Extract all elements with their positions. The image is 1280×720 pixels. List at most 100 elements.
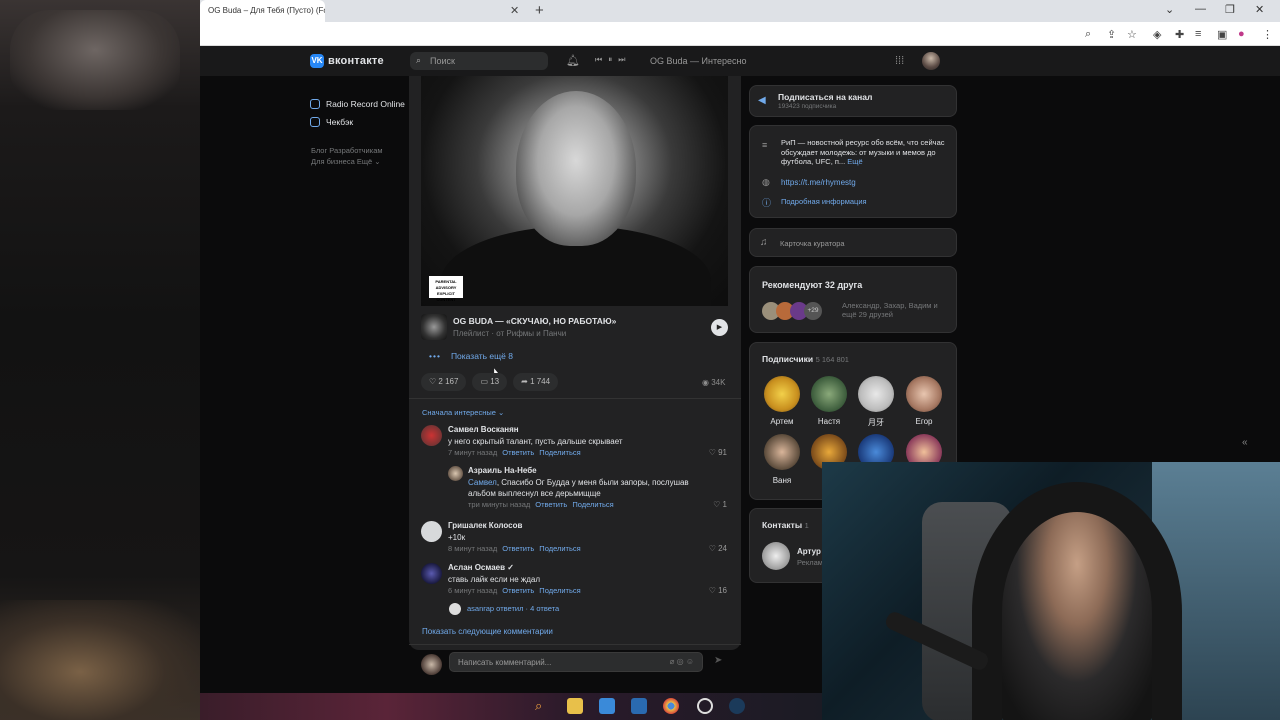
reply-thread-link[interactable]: asanrap ответил · 4 ответа: [449, 603, 559, 615]
about-text: РиП — новостной ресурс обо всём, что сей…: [781, 138, 946, 167]
share-link[interactable]: Поделиться: [539, 544, 580, 553]
chevron-down-icon[interactable]: ⌄: [1165, 3, 1174, 16]
tab-close-icon[interactable]: ✕: [510, 4, 519, 17]
comment-avatar[interactable]: [421, 563, 442, 584]
bell-icon[interactable]: 🔔︎: [566, 54, 580, 67]
vk-header: VK вконтакте ⌕ Поиск 🔔︎ ⏮⏸⏭ OG Buda — Ин…: [200, 46, 1280, 76]
collapse-icon[interactable]: «: [1242, 437, 1248, 448]
address-bar[interactable]: ⌕ ⇪ ☆ ◈ ✚ ≡ ▣ ● ⋮: [200, 22, 1280, 46]
share-button[interactable]: ➦ 1 744: [513, 373, 559, 391]
vk-logo[interactable]: VK вконтакте: [310, 54, 384, 68]
playlist-row[interactable]: OG BUDA — «СКУЧАЮ, НО РАБОТАЮ» Плейлист …: [421, 314, 728, 342]
search-input[interactable]: ⌕ Поиск: [410, 52, 548, 70]
share-link[interactable]: Поделиться: [539, 586, 580, 595]
comment-author[interactable]: Самвел Восканян: [448, 425, 519, 434]
send-icon[interactable]: ➤: [714, 655, 722, 666]
subscriber-avatar[interactable]: [811, 376, 847, 412]
comment-avatar[interactable]: [448, 466, 463, 481]
avatar[interactable]: [762, 542, 790, 570]
about-more-link[interactable]: Ещё: [847, 157, 862, 166]
folder-icon[interactable]: [567, 698, 583, 714]
app-icon[interactable]: [599, 698, 615, 714]
obs-icon[interactable]: [697, 698, 713, 714]
comments-sort[interactable]: Сначала интересные ⌄: [422, 408, 504, 417]
share-link[interactable]: Поделиться: [572, 500, 613, 509]
grid-icon: [310, 99, 320, 109]
mail-icon[interactable]: [631, 698, 647, 714]
subscribe-card[interactable]: ◀ Подписаться на канал 193423 подписчика: [749, 85, 957, 117]
reply-link[interactable]: Ответить: [502, 586, 534, 595]
comment-author[interactable]: Азраиль На-Небе: [468, 466, 537, 475]
sidepanel-icon[interactable]: ▣: [1217, 28, 1227, 41]
nav-item-checkback[interactable]: Чекбэк: [310, 113, 405, 131]
share-link[interactable]: Поделиться: [539, 448, 580, 457]
comment-mention[interactable]: Самвел: [468, 478, 497, 487]
comment-author[interactable]: Аслан Осмаев ✓: [448, 563, 514, 572]
reply-link[interactable]: Ответить: [502, 544, 534, 553]
steam-icon[interactable]: [729, 698, 745, 714]
megaphone-icon: ◀: [758, 95, 766, 106]
curator-card[interactable]: ♫ Карточка куратора: [749, 228, 957, 257]
reply-link[interactable]: Ответить: [502, 448, 534, 457]
like-button[interactable]: ♡ 2 167: [421, 373, 467, 391]
play-button[interactable]: ▶: [711, 319, 728, 336]
minimize-icon[interactable]: —: [1195, 3, 1206, 15]
new-tab-button[interactable]: +: [535, 2, 544, 19]
vk-logo-icon: VK: [310, 54, 324, 68]
bookmark-star-icon[interactable]: ☆: [1127, 28, 1137, 41]
footer-links[interactable]: Блог Разработчикам Для бизнеса Ещё ⌄: [311, 145, 383, 167]
profile-icon[interactable]: ●: [1238, 28, 1245, 40]
player-controls[interactable]: ⏮⏸⏭: [595, 55, 631, 65]
attach-icon[interactable]: ⌀ ◎ ☺: [670, 657, 694, 666]
comment-avatar[interactable]: [421, 521, 442, 542]
comment-like[interactable]: ♡ 16: [709, 586, 727, 595]
menu-icon[interactable]: ⋮: [1262, 28, 1273, 41]
search-icon[interactable]: ⌕: [1085, 28, 1091, 41]
nav-item-radio-record[interactable]: Radio Record Online: [310, 95, 405, 113]
footer-line[interactable]: Для бизнеса Ещё ⌄: [311, 156, 383, 167]
subscriber-avatar[interactable]: [764, 376, 800, 412]
comment-like[interactable]: ♡ 91: [709, 448, 727, 457]
puzzle-icon[interactable]: ✚: [1175, 28, 1184, 41]
share-icon[interactable]: ⇪: [1107, 28, 1116, 41]
webcam-overlay: [822, 462, 1280, 720]
subscriber-avatar[interactable]: [906, 376, 942, 412]
now-playing[interactable]: OG Buda — Интересно: [650, 56, 746, 66]
extension-icon[interactable]: ◈: [1153, 28, 1161, 41]
reply-link[interactable]: Ответить: [535, 500, 567, 509]
browser-tab[interactable]: OG Buda – Для Тебя (Пусто) (Fo: [200, 0, 325, 22]
comment-like[interactable]: ♡ 1: [713, 500, 727, 509]
subscriber-avatar[interactable]: [764, 434, 800, 470]
comment-input[interactable]: Написать комментарий... ⌀ ◎ ☺: [449, 652, 703, 672]
external-link[interactable]: https://t.me/rhymestg: [781, 178, 856, 187]
media-icon[interactable]: ≡: [1195, 28, 1201, 40]
subscriber-name[interactable]: Егор: [899, 417, 949, 426]
comment-avatar[interactable]: [421, 425, 442, 446]
search-icon[interactable]: ⌕: [535, 698, 551, 714]
show-more-link[interactable]: ••• Показать ещё 8: [429, 351, 513, 361]
parental-advisory-label: PARENTAL ADVISORY EXPLICIT CONTENT: [429, 276, 463, 302]
subscribers-header[interactable]: Подписчики 5 164 801: [762, 354, 849, 364]
subscribers-title: Подписчики: [762, 354, 814, 364]
footer-line[interactable]: Блог Разработчикам: [311, 145, 383, 156]
subscriber-avatar[interactable]: [858, 376, 894, 412]
subscriber-name[interactable]: Артем: [757, 417, 807, 426]
avatar[interactable]: [922, 52, 940, 70]
recommend-text: Александр, Захар, Вадим и ещё 29 друзей: [842, 301, 938, 319]
close-window-icon[interactable]: ✕: [1255, 3, 1264, 16]
comment-author[interactable]: Гришалек Колосов: [448, 521, 522, 530]
post-cover-image[interactable]: PARENTAL ADVISORY EXPLICIT CONTENT: [421, 76, 728, 306]
subscriber-name[interactable]: 月牙: [851, 417, 901, 428]
contacts-header[interactable]: Контакты 1: [762, 520, 809, 530]
restore-icon[interactable]: ❐: [1225, 3, 1235, 16]
chrome-icon[interactable]: [663, 698, 679, 714]
comment-button[interactable]: ▭ 13: [472, 373, 508, 391]
friend-avatars[interactable]: +29: [762, 302, 822, 320]
subscriber-name[interactable]: Настя: [804, 417, 854, 426]
playlist-title[interactable]: OG BUDA — «СКУЧАЮ, НО РАБОТАЮ»: [453, 316, 616, 326]
comment-like[interactable]: ♡ 24: [709, 544, 727, 553]
next-comments-link[interactable]: Показать следующие комментарии: [422, 627, 553, 636]
apps-grid-icon[interactable]: ⁞⁞⁞: [895, 55, 904, 67]
subscriber-name[interactable]: Ваня: [757, 476, 807, 485]
details-link[interactable]: Подробная информация: [781, 197, 867, 206]
